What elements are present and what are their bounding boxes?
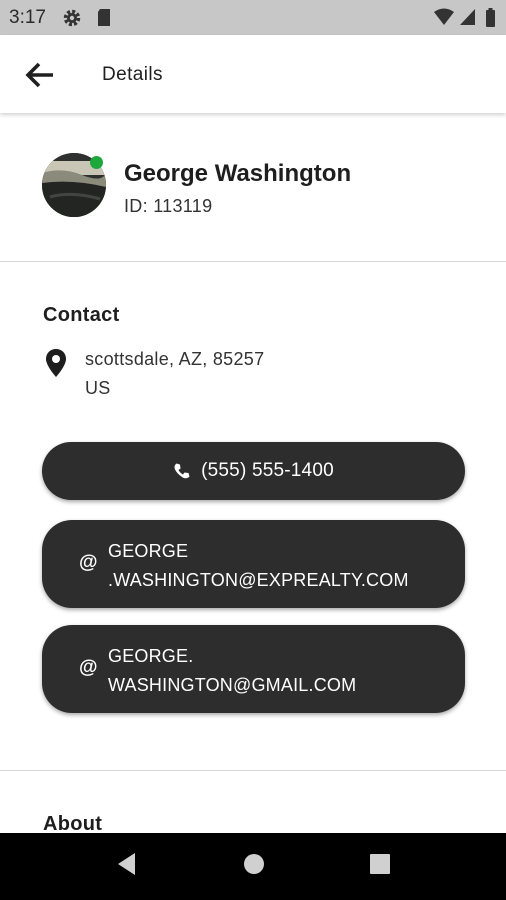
personal-email-button[interactable]: @ GEORGE. WASHINGTON@GMAIL.COM (42, 625, 465, 713)
back-triangle-icon[interactable] (115, 851, 137, 877)
address-line-1: scottsdale, AZ, 85257 (85, 349, 265, 369)
personal-email-line-2: WASHINGTON@GMAIL.COM (108, 675, 357, 695)
work-email-line-2: .WASHINGTON@EXPREALTY.COM (108, 570, 409, 590)
wifi-icon (434, 8, 454, 25)
phone-number: (555) 555-1400 (201, 460, 334, 481)
status-bar: 3:17 (0, 0, 506, 35)
profile-id: ID: 113119 (124, 196, 213, 216)
phone-icon (174, 463, 190, 479)
location-pin-icon (46, 349, 66, 377)
contact-heading: Contact (43, 304, 120, 326)
online-status-indicator (90, 156, 103, 169)
gear-icon (63, 9, 81, 27)
personal-email: GEORGE. WASHINGTON@GMAIL.COM (108, 642, 356, 700)
profile-name: George Washington (124, 160, 352, 187)
divider (0, 770, 506, 771)
page-title: Details (102, 64, 163, 85)
app-bar: Details (0, 35, 506, 113)
divider (0, 261, 506, 262)
battery-icon (486, 8, 495, 27)
phone-button[interactable]: (555) 555-1400 (42, 442, 465, 500)
at-icon: @ (79, 657, 98, 678)
home-circle-icon[interactable] (242, 851, 266, 877)
work-email-button[interactable]: @ GEORGE .WASHINGTON@EXPREALTY.COM (42, 520, 465, 608)
at-icon: @ (79, 552, 98, 573)
system-nav-bar (0, 833, 506, 900)
recents-square-icon[interactable] (369, 851, 391, 877)
arrow-back-icon[interactable] (20, 55, 60, 95)
profile-header: George Washington ID: 113119 (0, 113, 506, 261)
personal-email-line-1: GEORGE. (108, 646, 194, 666)
work-email-line-1: GEORGE (108, 541, 189, 561)
status-time: 3:17 (9, 7, 46, 28)
sd-card-icon (98, 9, 110, 26)
address-line-2: US (85, 378, 111, 398)
signal-icon (460, 9, 475, 25)
address: scottsdale, AZ, 85257 US (85, 345, 264, 403)
work-email: GEORGE .WASHINGTON@EXPREALTY.COM (108, 537, 409, 595)
